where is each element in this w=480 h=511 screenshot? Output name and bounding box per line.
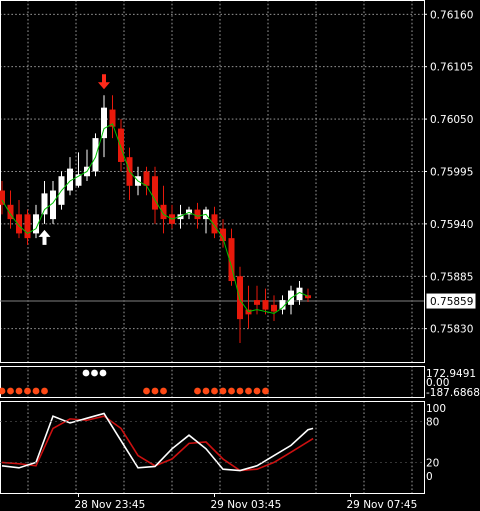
candle-bear	[211, 214, 218, 234]
stochastic-tick-label: 100	[426, 403, 446, 415]
time-tick-label: 29 Nov 07:45	[347, 499, 418, 511]
stochastic-panel	[0, 412, 424, 472]
sell-arrow-icon	[98, 74, 110, 90]
candle-bear	[271, 304, 277, 312]
candle-bear	[16, 214, 22, 234]
price-tick-label: 0.75995	[430, 166, 473, 178]
signal-dot-orange	[7, 387, 14, 395]
buy-arrow-icon	[38, 229, 51, 245]
axes: 0.76160 0.76105 0.76050 0.75995 0.75940 0.758…	[75, 9, 480, 511]
signal-dot-orange	[236, 387, 244, 395]
signal-dot-orange	[15, 387, 23, 395]
candle-bull	[41, 193, 48, 215]
signal-dot-white	[82, 369, 90, 377]
signal-dot-orange	[151, 387, 159, 395]
signal-dot-orange	[143, 387, 150, 395]
signal-dot-orange	[228, 387, 235, 395]
candle-bear	[152, 176, 158, 210]
signal-dot-white	[99, 369, 107, 377]
candle-bear	[0, 190, 5, 205]
price-tick-label: 0.76050	[430, 114, 473, 126]
signal-dot-orange	[160, 387, 167, 395]
dots-scale-label: -187.6868	[426, 387, 480, 399]
time-tick-label: 28 Nov 23:45	[75, 499, 146, 511]
signal-dot-orange	[253, 387, 261, 395]
candle-bull	[101, 107, 107, 139]
panel-borders	[0, 0, 425, 494]
time-tick-label: 29 Nov 03:45	[211, 499, 282, 511]
signal-dot-orange	[219, 387, 227, 395]
signal-dot-orange	[245, 387, 252, 395]
signal-dot-orange	[194, 387, 201, 395]
grid	[0, 0, 424, 493]
price-tick-label: 0.76160	[430, 9, 473, 21]
stochastic-tick-label: 20	[426, 457, 439, 469]
signal-dot-orange	[24, 387, 31, 395]
stochastic-main-line	[1, 412, 314, 472]
candle-bear	[24, 214, 31, 239]
current-price-label: 0.75859	[430, 296, 473, 308]
candle-bear	[262, 300, 269, 310]
price-panel[interactable]	[0, 74, 424, 343]
candle-bear	[194, 209, 201, 220]
price-tick-label: 0.75940	[430, 219, 473, 231]
candle-bear	[237, 276, 243, 320]
signal-dot-orange	[41, 387, 48, 395]
candle-bear	[254, 300, 260, 305]
dots-panel	[0, 369, 269, 395]
candle-bull	[92, 138, 99, 172]
signal-dot-orange	[262, 387, 269, 395]
stochastic-tick-label: 0	[426, 471, 433, 483]
candle-bear	[118, 128, 124, 162]
price-tick-label: 0.76105	[430, 62, 473, 74]
signal-dot-orange	[211, 387, 218, 395]
price-tick-label: 0.75830	[430, 324, 473, 336]
chart-svg[interactable]: 0.76160 0.76105 0.76050 0.75995 0.75940 0.758…	[0, 0, 480, 511]
signal-dot-white	[91, 369, 98, 377]
candle-bear	[160, 204, 167, 220]
stochastic-tick-label: 80	[426, 417, 439, 429]
signal-dot-orange	[0, 387, 6, 395]
price-tick-label: 0.75885	[430, 271, 473, 283]
signal-dot-orange	[202, 387, 210, 395]
candle-bear	[143, 171, 150, 186]
signal-dot-orange	[32, 387, 40, 395]
